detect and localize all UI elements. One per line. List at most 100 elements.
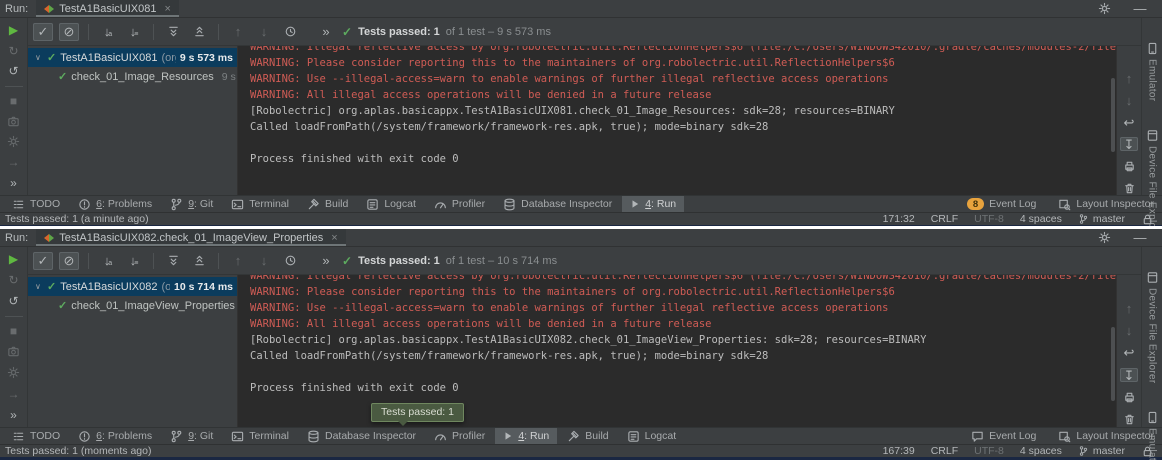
run-config-tab[interactable]: TestA1BasicUIX081 × [36,0,179,17]
import-test-results-icon[interactable]: → [6,386,22,401]
layout-inspector-button[interactable]: Layout Inspector [1058,430,1154,443]
caret-position[interactable]: 171:32 [883,213,915,225]
chevron-down-icon[interactable]: ∨ [35,282,43,291]
show-passed-icon[interactable]: ✓ [33,252,53,270]
event-log-button[interactable]: 8 Event Log [967,198,1036,210]
up-stack-trace-icon[interactable]: ↑ [1120,301,1138,315]
run-config-tab[interactable]: TestA1BasicUIX082.check_01_ImageView_Pro… [36,229,345,246]
side-button-device-file-explorer[interactable]: Device File Explorer [1146,129,1159,226]
console-scrollbar[interactable] [1111,78,1115,152]
run-console[interactable]: WARNING: Illegal reflective access by or… [237,46,1116,195]
tool-tab-build[interactable]: Build [559,428,616,444]
git-branch-widget[interactable]: master [1078,213,1125,225]
line-ending[interactable]: CRLF [931,213,958,225]
sort-alphabetically-icon[interactable]: ↓a [98,23,118,41]
show-ignored-icon[interactable]: ⊘ [59,23,79,41]
stop-icon[interactable]: ■ [6,93,22,108]
scroll-to-end-icon[interactable]: ↧ [1120,137,1138,151]
tool-tab-profiler[interactable]: Profiler [426,196,493,212]
hide-panel-icon[interactable]: — [1130,0,1150,18]
test-history-icon[interactable] [280,252,300,270]
screenshot-icon[interactable] [6,114,22,129]
hide-panel-icon[interactable]: — [1130,229,1150,247]
console-scrollbar[interactable] [1111,327,1115,401]
rerun-icon[interactable]: ▶ [6,23,22,38]
test-tree-row-suite[interactable]: ∨ ✓ TestA1BasicUIX082 (org.aplas.basica … [28,277,237,296]
chevron-down-icon[interactable]: ∨ [35,53,43,62]
run-console[interactable]: WARNING: Illegal reflective access by or… [237,275,1116,427]
sort-by-duration-icon[interactable]: ↓≡ [124,252,144,270]
next-occurrence-icon[interactable]: ↓ [254,23,274,41]
tool-tab-database-inspector[interactable]: Database Inspector [299,428,424,444]
collapse-all-icon[interactable] [189,23,209,41]
more-actions-icon[interactable]: » [316,23,336,41]
soft-wrap-icon[interactable]: ↩ [1120,346,1138,360]
stop-icon[interactable]: ■ [6,324,22,339]
side-button-emulator[interactable]: Emulator [1146,42,1159,101]
previous-occurrence-icon[interactable]: ↑ [228,252,248,270]
clear-all-icon[interactable] [1120,413,1138,427]
indent-setting[interactable]: 4 spaces [1020,445,1062,457]
tool-tab-logcat[interactable]: Logcat [358,196,424,212]
file-encoding[interactable]: UTF-8 [974,213,1004,225]
test-history-icon[interactable] [280,23,300,41]
indent-setting[interactable]: 4 spaces [1020,213,1062,225]
close-tab-icon[interactable]: × [331,232,337,244]
file-encoding[interactable]: UTF-8 [974,445,1004,457]
test-settings-icon[interactable] [6,365,22,380]
previous-occurrence-icon[interactable]: ↑ [228,23,248,41]
clear-all-icon[interactable] [1120,181,1138,195]
caret-position[interactable]: 167:39 [883,445,915,457]
tool-tab-9-git[interactable]: 9: Git [162,428,221,444]
expand-all-icon[interactable] [163,23,183,41]
soft-wrap-icon[interactable]: ↩ [1120,116,1138,130]
side-button-device-file-explorer[interactable]: Device File Explorer [1146,271,1159,383]
tool-tab-4-run[interactable]: 4: Run [495,428,557,444]
line-ending[interactable]: CRLF [931,445,958,457]
settings-gear-icon[interactable] [1094,229,1114,247]
show-passed-icon[interactable]: ✓ [33,23,53,41]
tool-tab-profiler[interactable]: Profiler [426,428,493,444]
up-stack-trace-icon[interactable]: ↑ [1120,72,1138,86]
tool-tab-6-problems[interactable]: 6: Problems [70,196,160,212]
print-icon[interactable] [1120,159,1138,173]
gutter-more-icon[interactable]: » [6,176,22,191]
down-stack-trace-icon[interactable]: ↓ [1120,94,1138,108]
git-branch-widget[interactable]: master [1078,445,1125,457]
tool-tab-4-run[interactable]: 4: Run [622,196,684,212]
rerun-icon[interactable]: ▶ [6,252,22,267]
next-occurrence-icon[interactable]: ↓ [254,252,274,270]
tool-tab-todo[interactable]: TODO [4,428,68,444]
test-settings-icon[interactable] [6,134,22,149]
settings-gear-icon[interactable] [1094,0,1114,18]
down-stack-trace-icon[interactable]: ↓ [1120,323,1138,337]
import-test-results-icon[interactable]: → [6,155,22,170]
expand-all-icon[interactable] [163,252,183,270]
tool-tab-terminal[interactable]: Terminal [223,196,297,212]
test-tree-row-case[interactable]: ✓ check_01_Image_Resources 9 s 573 ms [28,67,237,86]
sort-alphabetically-icon[interactable]: ↓a [98,252,118,270]
print-icon[interactable] [1120,390,1138,404]
more-actions-icon[interactable]: » [316,252,336,270]
tool-tab-9-git[interactable]: 9: Git [162,196,221,212]
show-ignored-icon[interactable]: ⊘ [59,252,79,270]
test-tree-row-case[interactable]: ✓ check_01_ImageView_Properties 10 s 714… [28,296,237,315]
toggle-auto-test-icon[interactable]: ↺ [6,64,22,79]
tool-tab-logcat[interactable]: Logcat [619,428,685,444]
tool-tab-database-inspector[interactable]: Database Inspector [495,196,620,212]
rerun-failed-tests-icon[interactable]: ↻ [6,44,22,59]
tool-tab-build[interactable]: Build [299,196,356,212]
gutter-more-icon[interactable]: » [6,407,22,422]
sort-by-duration-icon[interactable]: ↓≡ [124,23,144,41]
tool-tab-6-problems[interactable]: 6: Problems [70,428,160,444]
close-tab-icon[interactable]: × [164,3,170,15]
event-log-button[interactable]: Event Log [971,430,1036,443]
tool-tab-terminal[interactable]: Terminal [223,428,297,444]
scroll-to-end-icon[interactable]: ↧ [1120,368,1138,382]
collapse-all-icon[interactable] [189,252,209,270]
screenshot-icon[interactable] [6,345,22,360]
toggle-auto-test-icon[interactable]: ↺ [6,294,22,309]
tool-tab-todo[interactable]: TODO [4,196,68,212]
test-tree-row-suite[interactable]: ∨ ✓ TestA1BasicUIX081 (org.aplas.basica … [28,48,237,67]
rerun-failed-tests-icon[interactable]: ↻ [6,273,22,288]
